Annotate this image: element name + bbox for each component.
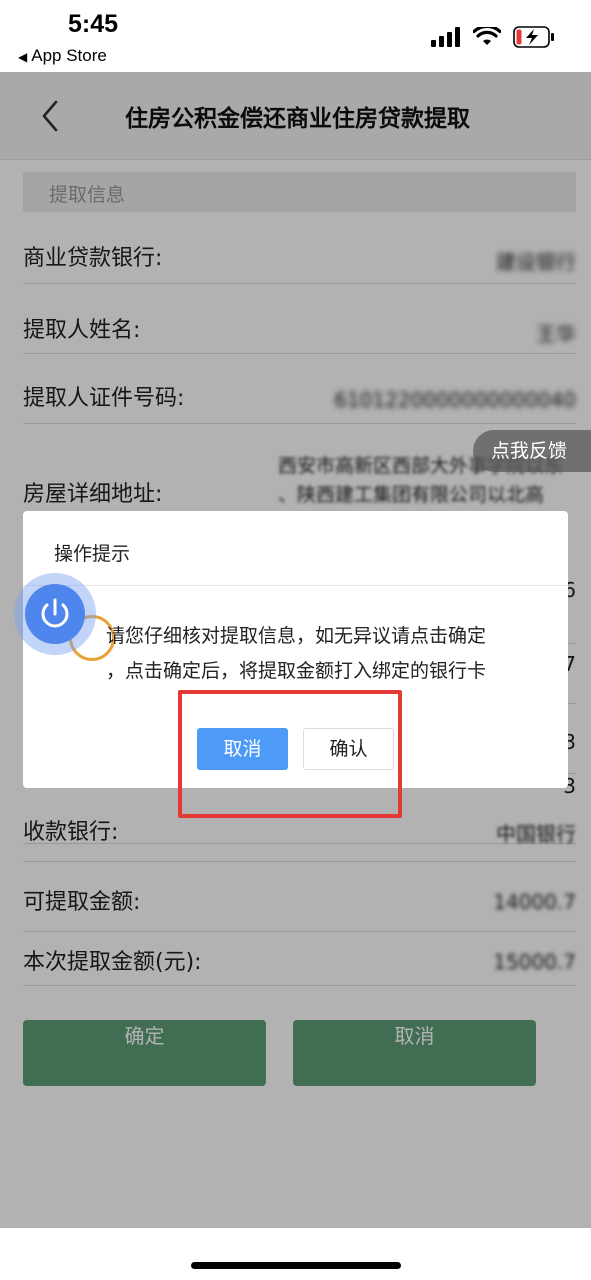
system-icons (431, 26, 555, 48)
dialog-message-line-1: 请您仔细核对提取信息，如无异议请点击确定 (106, 625, 487, 647)
power-icon (41, 598, 69, 628)
signal-icon (431, 27, 460, 47)
home-indicator-area (0, 1228, 591, 1280)
red-highlight-box (178, 690, 402, 818)
home-indicator[interactable] (191, 1262, 401, 1269)
dialog-title: 操作提示 (54, 543, 131, 565)
feedback-button[interactable]: 点我反馈 (473, 430, 591, 472)
dialog-message: 请您仔细核对提取信息，如无异议请点击确定 ，点击确定后，将提取金额打入绑定的银行… (106, 619, 546, 689)
assistive-touch-inner (25, 584, 85, 644)
status-bar: 5:45 ◀ App Store (0, 0, 591, 72)
assistive-touch-button[interactable] (14, 573, 96, 655)
back-to-app-store[interactable]: ◀ App Store (18, 46, 107, 66)
dialog-divider (23, 585, 568, 586)
status-time: 5:45 (68, 10, 119, 38)
back-triangle-icon: ◀ (18, 50, 28, 64)
dialog-message-line-2: ，点击确定后，将提取金额打入绑定的银行卡 (106, 660, 487, 682)
wifi-icon (473, 27, 501, 45)
back-app-label: App Store (31, 46, 107, 65)
battery-icon (513, 26, 554, 48)
